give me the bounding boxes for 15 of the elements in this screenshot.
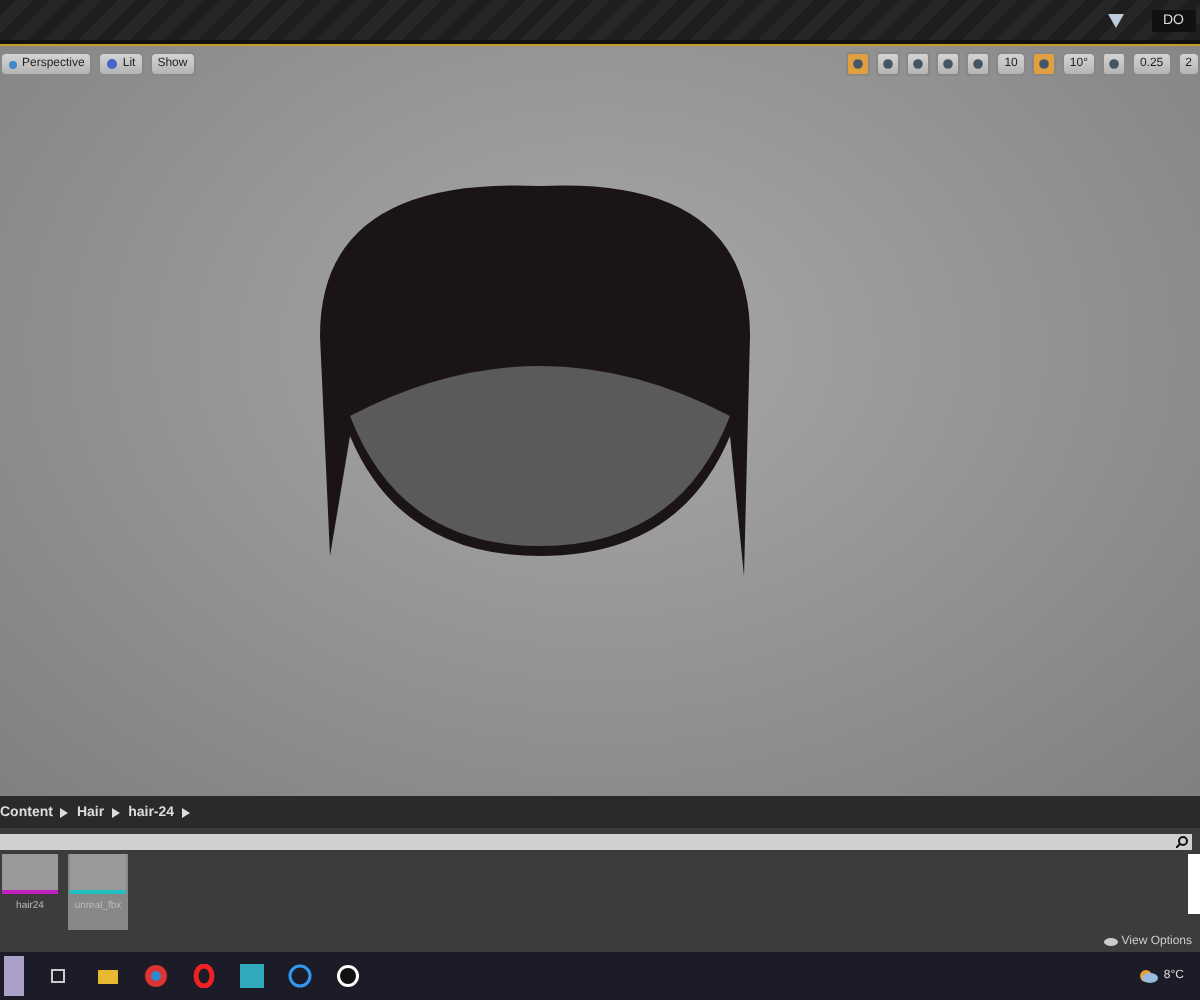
- search-icon: [1176, 836, 1188, 848]
- weather-icon: [1137, 968, 1158, 984]
- app-icon[interactable]: [336, 964, 360, 988]
- ring-icon[interactable]: [192, 964, 216, 988]
- eye-icon: [1103, 938, 1118, 946]
- search-field[interactable]: [0, 834, 1192, 850]
- sphere-icon: [106, 58, 119, 70]
- preview-panel: [1188, 854, 1200, 914]
- browser-icon[interactable]: [144, 964, 168, 988]
- arrow-icon[interactable]: [182, 807, 191, 817]
- arrow-icon[interactable]: [112, 807, 121, 817]
- app-icon[interactable]: [288, 964, 312, 988]
- arrow-icon[interactable]: [60, 807, 69, 817]
- dot-icon: [8, 59, 18, 69]
- folder-icon[interactable]: [96, 964, 120, 988]
